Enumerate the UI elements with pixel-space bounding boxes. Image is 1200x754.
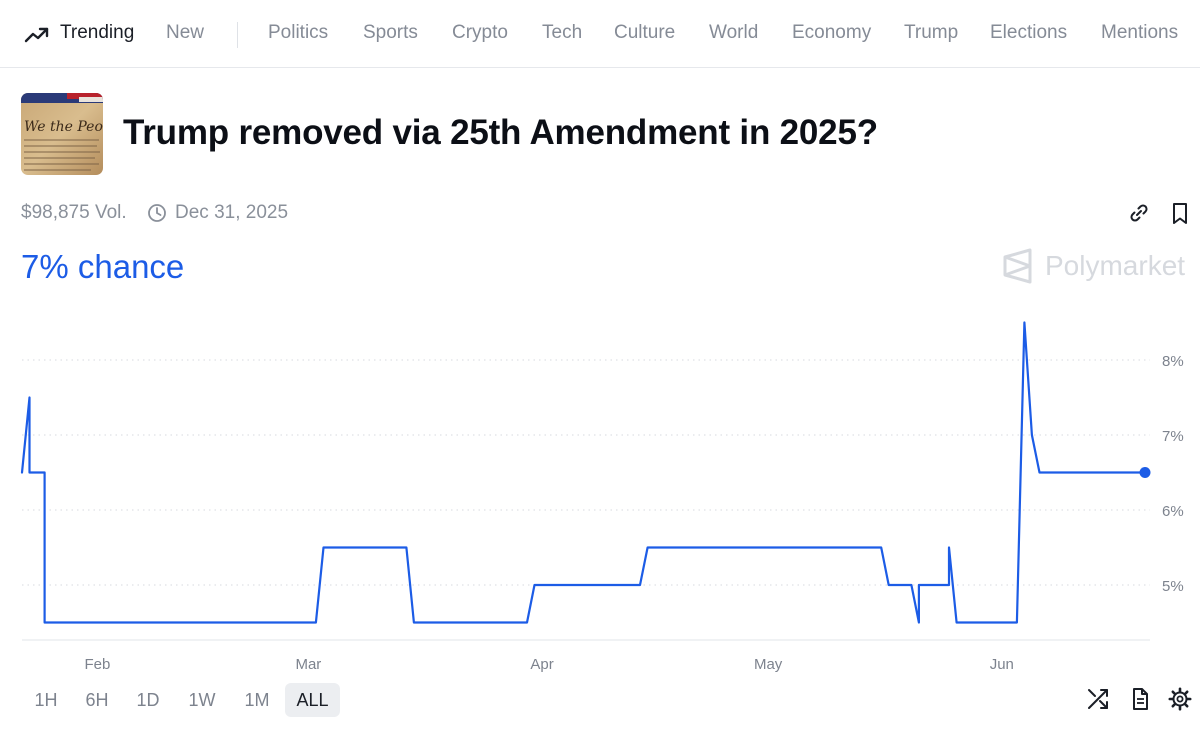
x-tick-label: Jun <box>990 656 1014 673</box>
nav-item-trending[interactable]: Trending <box>60 22 134 44</box>
trending-up-icon <box>24 27 49 43</box>
top-nav: Trending New Politics Sports Crypto Tech… <box>0 0 1200 68</box>
nav-item-world[interactable]: World <box>709 22 758 44</box>
range-6h[interactable]: 6H <box>76 683 118 717</box>
y-tick-label: 8% <box>1162 353 1184 370</box>
nav-item-politics[interactable]: Politics <box>268 22 328 44</box>
nav-divider <box>237 22 238 48</box>
y-tick-label: 7% <box>1162 428 1184 445</box>
y-tick-label: 5% <box>1162 578 1184 595</box>
x-tick-label: May <box>754 656 783 673</box>
nav-item-new[interactable]: New <box>166 22 204 44</box>
nav-item-elections[interactable]: Elections <box>990 22 1067 44</box>
bookmark-icon[interactable] <box>1170 202 1190 226</box>
last-price-dot <box>1139 467 1151 478</box>
range-1m[interactable]: 1M <box>236 683 278 717</box>
market-end-date: Dec 31, 2025 <box>175 202 289 223</box>
range-all[interactable]: ALL <box>285 683 340 717</box>
range-1w[interactable]: 1W <box>180 683 224 717</box>
x-tick-label: Mar <box>295 656 321 673</box>
market-volume: $98,875 Vol. <box>21 202 127 223</box>
link-icon[interactable] <box>1128 202 1150 224</box>
x-tick-label: Feb <box>84 656 110 673</box>
document-icon[interactable] <box>1128 687 1152 711</box>
market-thumbnail: We the People <box>21 93 103 175</box>
nav-item-culture[interactable]: Culture <box>614 22 675 44</box>
svg-text:We the People: We the People <box>24 119 103 135</box>
nav-item-tech[interactable]: Tech <box>542 22 582 44</box>
clock-icon <box>148 204 166 222</box>
polymarket-wordmark: Polymarket <box>1045 250 1186 281</box>
nav-item-mentions[interactable]: Mentions <box>1101 22 1178 44</box>
constitution-image: We the People <box>21 93 103 175</box>
chance-value: 7% chance <box>21 248 185 285</box>
nav-item-sports[interactable]: Sports <box>363 22 418 44</box>
range-1h[interactable]: 1H <box>26 683 66 717</box>
polymarket-logo-icon <box>1003 248 1032 284</box>
x-tick-label: Apr <box>530 656 553 673</box>
range-1d[interactable]: 1D <box>127 683 169 717</box>
market-title: Trump removed via 25th Amendment in 2025… <box>123 113 878 152</box>
y-tick-label: 6% <box>1162 503 1184 520</box>
nav-item-trump[interactable]: Trump <box>904 22 958 44</box>
gear-icon[interactable] <box>1168 687 1192 711</box>
price-line <box>20 321 1147 624</box>
price-chart-svg: 5% 6% 7% 8% Feb Mar Apr May Jun <box>20 321 1184 673</box>
nav-item-economy[interactable]: Economy <box>792 22 871 44</box>
shuffle-icon[interactable] <box>1086 687 1110 711</box>
price-chart: 5% 6% 7% 8% Feb Mar Apr May Jun <box>0 300 1200 680</box>
nav-item-crypto[interactable]: Crypto <box>452 22 508 44</box>
